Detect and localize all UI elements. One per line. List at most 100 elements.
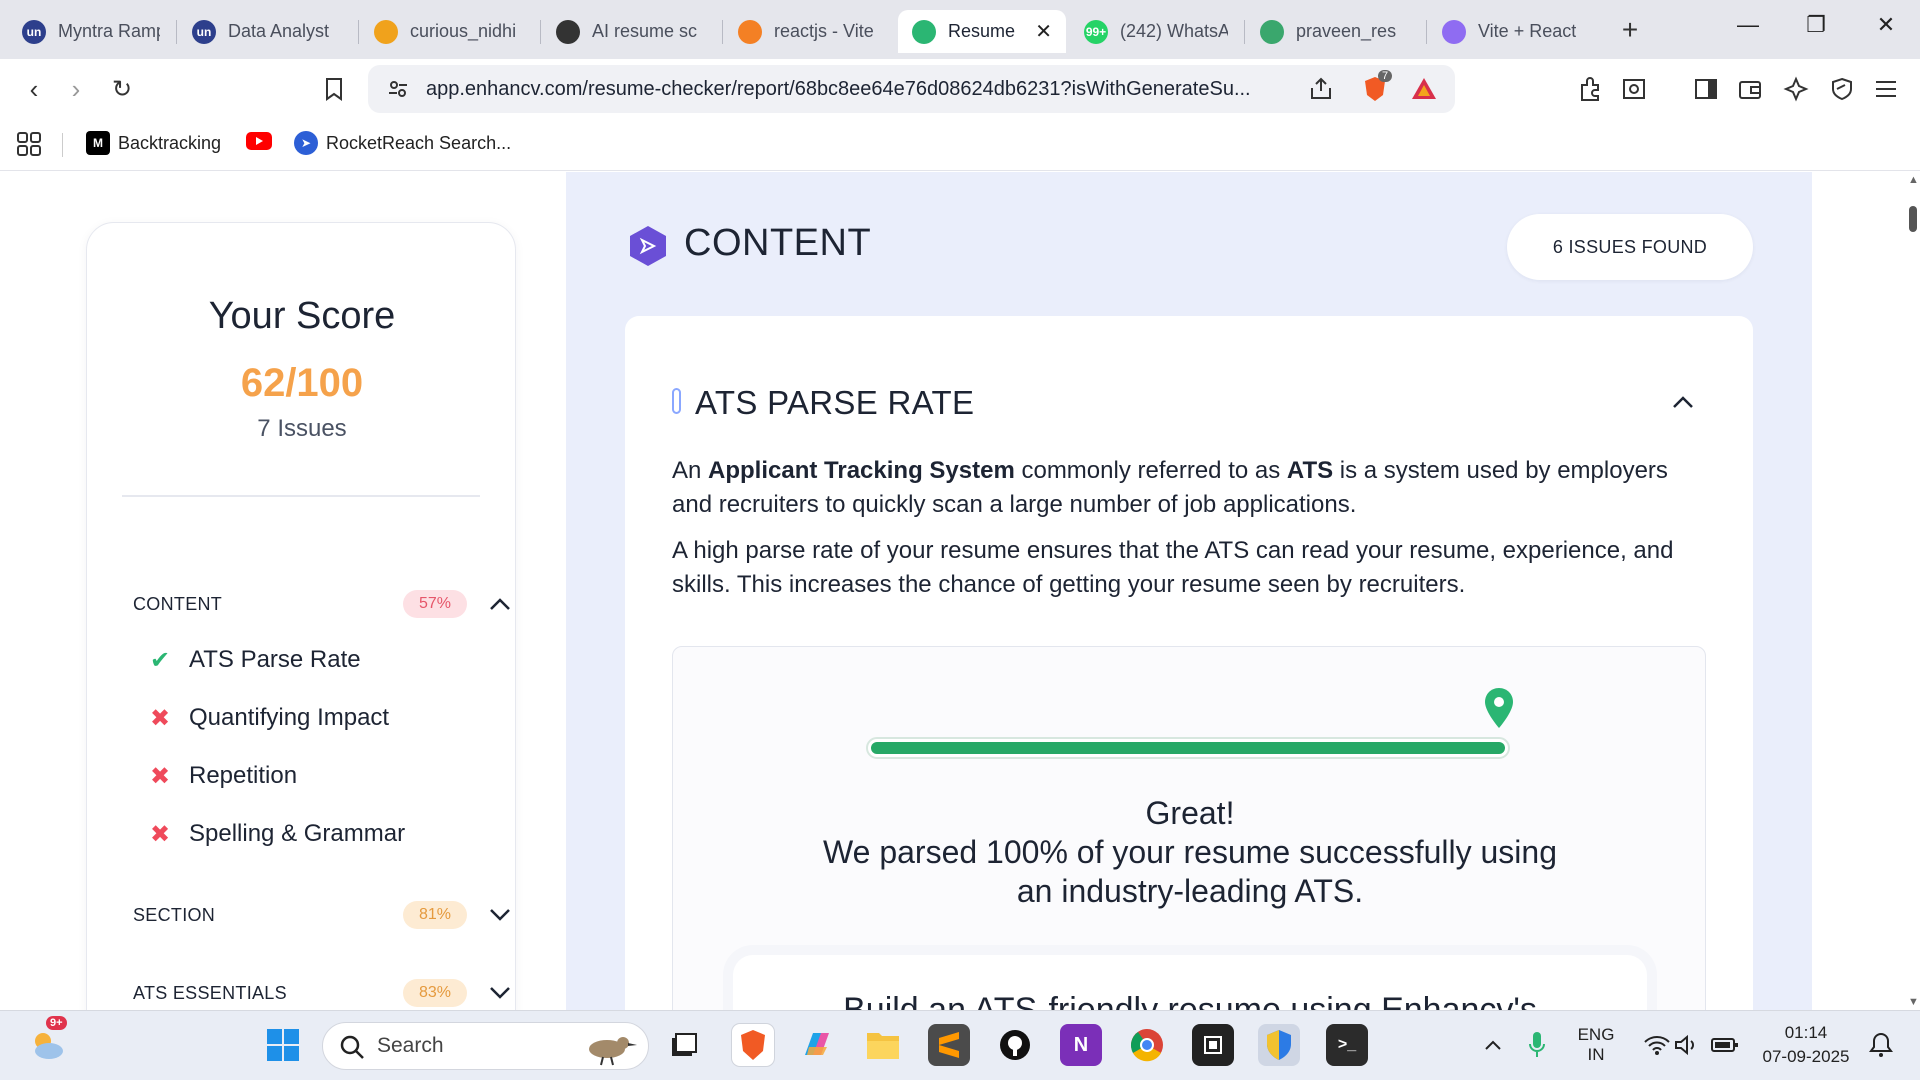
- bookmarks-bar: M Backtracking ➤ RocketReach Search...: [0, 119, 1920, 171]
- reader-mode-icon[interactable]: [1618, 73, 1650, 105]
- check-item-label: Quantifying Impact: [189, 704, 390, 731]
- score-issues-count: 7 Issues: [257, 415, 347, 442]
- share-icon[interactable]: [1308, 76, 1334, 107]
- microphone-icon[interactable]: [1516, 1024, 1558, 1066]
- content-title: CONTENT: [684, 222, 872, 264]
- chevron-down-icon[interactable]: [485, 977, 515, 1009]
- close-window-button[interactable]: ✕: [1866, 12, 1906, 38]
- browser-tab[interactable]: curious_nidhi: [360, 10, 538, 53]
- url-text[interactable]: app.enhancv.com/resume-checker/report/68…: [426, 78, 1296, 101]
- minimize-button[interactable]: —: [1728, 12, 1768, 38]
- scroll-thumb[interactable]: [1909, 206, 1917, 232]
- clock[interactable]: 01:14 07-09-2025: [1756, 1023, 1856, 1067]
- brave-shields-icon[interactable]: 7: [1360, 70, 1393, 109]
- bookmark-youtube[interactable]: [246, 131, 272, 156]
- result-heading: Great!: [1145, 795, 1235, 831]
- check-item-quantifying-impact[interactable]: ✖ Quantifying Impact: [147, 701, 389, 735]
- bookmark-backtracking[interactable]: M Backtracking: [86, 131, 221, 155]
- checkmark-icon: ✔: [149, 646, 171, 674]
- issues-found-badge: 6 ISSUES FOUND: [1507, 214, 1753, 280]
- volume-icon[interactable]: [1666, 1024, 1708, 1066]
- address-bar[interactable]: app.enhancv.com/resume-checker/report/68…: [368, 65, 1455, 113]
- brave-rewards-icon[interactable]: [1410, 75, 1438, 108]
- language-code: ENG: [1577, 1025, 1615, 1044]
- sidebar-icon[interactable]: [1690, 73, 1722, 105]
- tab-title: Vite + React: [1478, 21, 1577, 41]
- check-item-ats-parse-rate[interactable]: ✔ ATS Parse Rate: [147, 643, 361, 677]
- app-icon[interactable]: [1192, 1024, 1234, 1066]
- page-scrollbar[interactable]: ▲ ▼: [1906, 172, 1920, 1010]
- check-item-label: Repetition: [189, 762, 298, 789]
- promo-card: Build an ATS-friendly resume using Enhan…: [733, 955, 1647, 1010]
- restore-button[interactable]: ❐: [1796, 12, 1836, 38]
- weather-icon[interactable]: 9+: [26, 1016, 68, 1066]
- browser-tab[interactable]: 99+ (242) WhatsA: [1070, 10, 1242, 53]
- apps-grid-icon[interactable]: [16, 131, 42, 157]
- chrome-icon[interactable]: [1126, 1024, 1168, 1066]
- forward-icon[interactable]: ›: [60, 73, 92, 105]
- score-title: Your Score: [208, 295, 396, 337]
- browser-tab[interactable]: praveen_res: [1246, 10, 1424, 53]
- tab-title: praveen_res: [1296, 21, 1397, 41]
- parse-result-box: Great! We parsed 100% of your resume suc…: [672, 646, 1706, 1010]
- chevron-up-icon[interactable]: [1665, 384, 1701, 420]
- battery-icon[interactable]: [1704, 1024, 1746, 1066]
- browser-tab[interactable]: Resume ✕: [898, 10, 1066, 53]
- github-desktop-icon[interactable]: [994, 1024, 1036, 1066]
- content-category-icon: [626, 224, 670, 268]
- scroll-up-icon[interactable]: ▲: [1908, 174, 1919, 186]
- tab-separator: [176, 20, 177, 44]
- bold-term: ATS: [1286, 457, 1334, 484]
- tab-separator: [1426, 20, 1427, 44]
- bookmark-icon[interactable]: [318, 73, 350, 105]
- close-tab-icon[interactable]: ✕: [1035, 19, 1052, 44]
- start-icon[interactable]: [262, 1024, 304, 1066]
- language-indicator[interactable]: ENG IN: [1574, 1025, 1618, 1065]
- taskbar-search[interactable]: Search: [322, 1022, 649, 1070]
- chevron-up-icon[interactable]: [1472, 1024, 1514, 1066]
- promo-text: Build an ATS-friendly resume using Enhan…: [843, 991, 1537, 1010]
- back-icon[interactable]: ‹: [18, 73, 50, 105]
- scroll-down-icon[interactable]: ▼: [1908, 996, 1919, 1008]
- site-settings-icon[interactable]: [386, 77, 410, 106]
- wallet-icon[interactable]: [1734, 73, 1766, 105]
- ats-description: An Applicant Tracking System commonly re…: [672, 454, 1712, 522]
- tab-title: curious_nidhi: [410, 21, 517, 41]
- browser-tab[interactable]: un Myntra Ramp: [8, 10, 174, 53]
- resume-icon: [1260, 19, 1284, 44]
- search-placeholder: Search: [377, 1034, 444, 1057]
- copilot-icon[interactable]: [796, 1024, 838, 1066]
- file-explorer-icon[interactable]: [862, 1024, 904, 1066]
- category-ats-essentials[interactable]: ATS ESSENTIALS 83%: [133, 977, 510, 1009]
- chevron-down-icon[interactable]: [485, 899, 515, 931]
- bookmark-rocketreach[interactable]: ➤ RocketReach Search...: [294, 131, 511, 155]
- notifications-icon[interactable]: [1860, 1024, 1902, 1066]
- new-tab-button[interactable]: +: [1614, 14, 1646, 46]
- leo-ai-icon[interactable]: [1780, 73, 1812, 105]
- notification-badge: 9+: [46, 1016, 67, 1030]
- section-title: ATS PARSE RATE: [695, 384, 975, 421]
- browser-tab[interactable]: un Data Analyst: [178, 10, 356, 53]
- check-item-repetition[interactable]: ✖ Repetition: [147, 759, 297, 793]
- menu-icon[interactable]: [1870, 73, 1902, 105]
- tab-title: reactjs - Vite: [774, 21, 874, 41]
- reload-icon[interactable]: ↻: [106, 73, 138, 105]
- chevron-up-icon[interactable]: [485, 588, 515, 620]
- tab-title: (242) WhatsA: [1120, 21, 1228, 41]
- category-percent-badge: 57%: [403, 590, 467, 618]
- terminal-icon[interactable]: >_: [1326, 1024, 1368, 1066]
- browser-tab[interactable]: reactjs - Vite: [724, 10, 894, 53]
- sublime-text-icon[interactable]: [928, 1024, 970, 1066]
- extensions-icon[interactable]: [1574, 73, 1606, 105]
- security-shield-icon[interactable]: [1258, 1024, 1300, 1066]
- category-content[interactable]: CONTENT 57%: [133, 588, 510, 620]
- category-section[interactable]: SECTION 81%: [133, 899, 510, 931]
- task-view-icon[interactable]: [662, 1024, 704, 1066]
- check-item-spelling-grammar[interactable]: ✖ Spelling & Grammar: [147, 817, 405, 851]
- onenote-icon[interactable]: N: [1060, 1024, 1102, 1066]
- browser-tab[interactable]: Vite + React: [1428, 10, 1610, 53]
- brave-browser-icon[interactable]: [732, 1024, 774, 1066]
- browser-tab[interactable]: AI resume sc: [542, 10, 720, 53]
- shields-count-badge: 7: [1378, 70, 1393, 82]
- vpn-icon[interactable]: [1826, 73, 1858, 105]
